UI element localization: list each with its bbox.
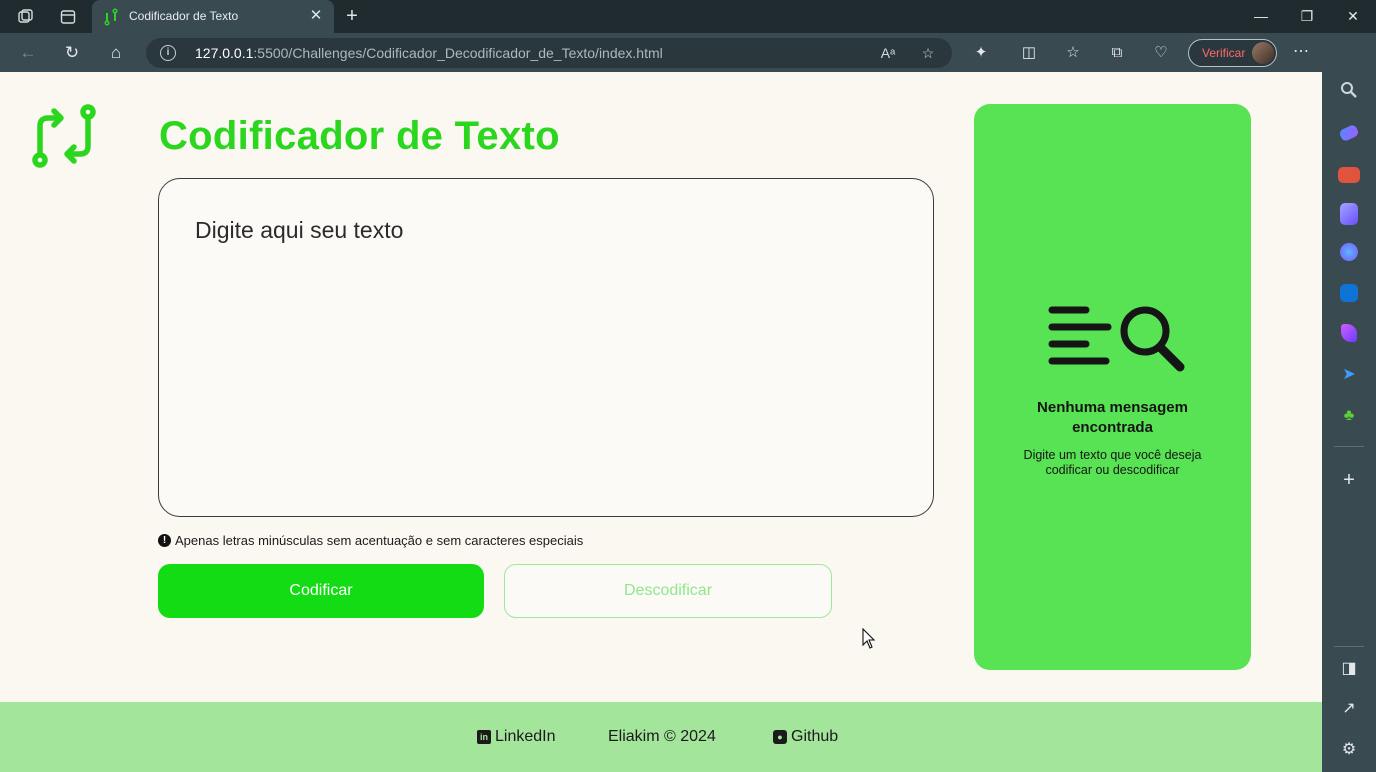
favorites-icon[interactable]: ☆ — [1062, 42, 1084, 64]
text-search-icon — [1048, 306, 1185, 372]
shopping-icon[interactable] — [1338, 123, 1360, 143]
profile-button-label: Verificar — [1202, 46, 1246, 60]
browser-toolbar: ← ↻ ⌂ i 127.0.0.1:5500/Challenges/Codifi… — [0, 33, 1376, 72]
decode-button[interactable]: Descodificar — [504, 564, 832, 618]
browser-sidebar: ➤ ♣ + ◨ ↗ ⚙ — [1322, 33, 1376, 772]
send-icon[interactable]: ➤ — [1338, 364, 1360, 386]
address-bar[interactable]: i 127.0.0.1:5500/Challenges/Codificador_… — [146, 38, 952, 68]
page-title: Codificador de Texto — [159, 114, 560, 158]
url-host: 127.0.0.1 — [195, 45, 254, 61]
split-pane-icon[interactable]: ◨ — [1338, 658, 1360, 680]
sidebar-divider — [1334, 646, 1364, 647]
settings-icon[interactable]: ⚙ — [1338, 739, 1360, 761]
linkedin-label: LinkedIn — [495, 728, 556, 745]
site-info-icon[interactable]: i — [160, 45, 176, 61]
close-window-icon[interactable]: ✕ — [1330, 0, 1376, 33]
designer-icon[interactable] — [1341, 324, 1357, 342]
microsoft365-icon[interactable] — [1340, 243, 1358, 261]
external-icon[interactable]: ↗ — [1338, 698, 1360, 720]
linkedin-link[interactable]: in LinkedIn — [477, 728, 556, 746]
refresh-icon[interactable]: ↻ — [60, 41, 84, 65]
input-hint: ! Apenas letras minúsculas sem acentuaçã… — [158, 533, 583, 548]
github-link[interactable]: ● Github — [773, 728, 838, 746]
add-icon[interactable]: + — [1338, 469, 1360, 491]
home-icon[interactable]: ⌂ — [104, 41, 128, 65]
search-icon[interactable] — [1338, 81, 1360, 103]
mouse-cursor-icon — [862, 628, 876, 649]
encode-button[interactable]: Codificar — [158, 564, 484, 618]
result-panel: Nenhuma mensagem encontrada Digite um te… — [974, 104, 1251, 670]
result-title: Nenhuma mensagem encontrada — [1037, 399, 1188, 436]
text-input-placeholder: Digite aqui seu texto — [195, 217, 404, 243]
browser-tab-active[interactable]: Codificador de Texto ✕ — [92, 0, 334, 33]
read-aloud-icon[interactable]: Aᵃ — [878, 43, 898, 63]
extensions-icon[interactable]: ✦ — [970, 42, 992, 64]
tools-icon[interactable] — [1338, 167, 1360, 183]
minimize-icon[interactable]: — — [1238, 0, 1284, 33]
favorite-star-icon[interactable]: ☆ — [918, 43, 938, 63]
restore-icon[interactable]: ❐ — [1284, 0, 1330, 33]
avatar — [1252, 42, 1274, 64]
exclamation-icon: ! — [158, 534, 171, 547]
tab-actions-icon[interactable] — [58, 7, 78, 27]
tree-icon[interactable]: ♣ — [1338, 405, 1360, 427]
close-tab-icon[interactable]: ✕ — [306, 6, 326, 26]
url-path: :5500/Challenges/Codificador_Decodificad… — [253, 45, 663, 61]
profile-button[interactable]: Verificar — [1188, 39, 1277, 67]
linkedin-icon: in — [477, 730, 491, 744]
logo-icon — [32, 104, 96, 168]
sidebar-divider — [1334, 446, 1364, 447]
back-icon[interactable]: ← — [16, 41, 40, 65]
games-icon[interactable] — [1340, 203, 1358, 225]
footer: in LinkedIn Eliakim © 2024 ● Github — [0, 702, 1322, 772]
github-icon: ● — [773, 730, 787, 744]
result-description: Digite um texto que você deseja codifica… — [1023, 448, 1202, 477]
footer-copyright: Eliakim © 2024 — [608, 728, 716, 745]
more-icon[interactable]: ⋯ — [1290, 41, 1312, 63]
browser-tab-bar: Codificador de Texto ✕ + — ❐ ✕ — [0, 0, 1376, 33]
browser-essentials-icon[interactable]: ♡ — [1150, 42, 1172, 64]
tab-title: Codificador de Texto — [129, 9, 239, 23]
url-text[interactable]: 127.0.0.1:5500/Challenges/Codificador_De… — [195, 45, 663, 61]
collections-icon[interactable]: ⧉ — [1106, 42, 1128, 64]
split-screen-icon[interactable]: ◫ — [1018, 42, 1040, 64]
text-input-area[interactable]: Digite aqui seu texto — [158, 178, 934, 517]
github-label: Github — [791, 728, 839, 745]
page-viewport: Codificador de Texto Digite aqui seu tex… — [0, 72, 1322, 772]
workspaces-icon[interactable] — [16, 7, 36, 27]
outlook-icon[interactable] — [1340, 284, 1358, 302]
tab-favicon-icon — [104, 8, 118, 26]
hint-text: Apenas letras minúsculas sem acentuação … — [175, 533, 584, 548]
new-tab-icon[interactable]: + — [340, 4, 364, 28]
